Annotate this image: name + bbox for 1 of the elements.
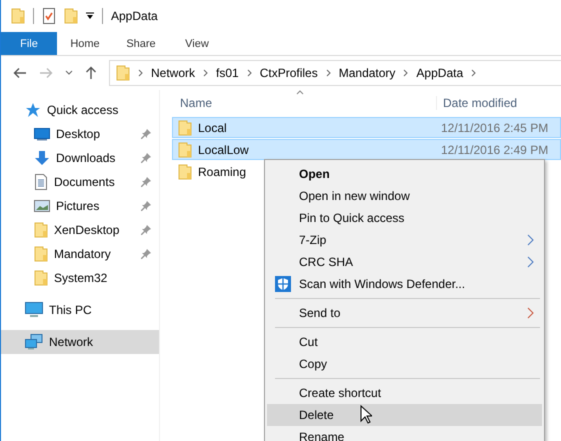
window-title: AppData <box>111 9 158 23</box>
